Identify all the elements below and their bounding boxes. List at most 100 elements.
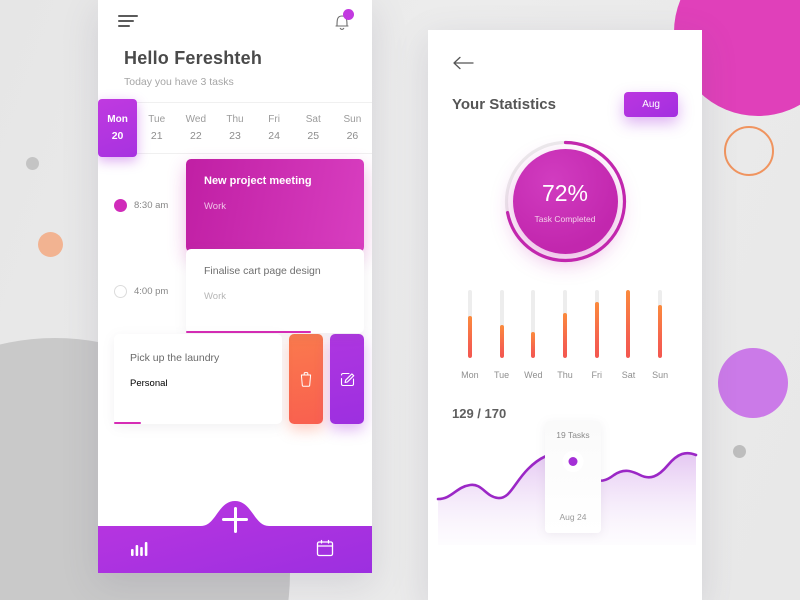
bar-label: Wed — [524, 370, 543, 380]
day-item-thu[interactable]: Thu 23 — [215, 103, 254, 153]
page-subtitle: Today you have 3 tasks — [124, 76, 234, 88]
statistics-title-row: Your Statistics Aug — [452, 70, 678, 117]
bar-track — [594, 290, 599, 358]
phone-screen-tasks: Hello Fereshteh Today you have 3 tasks M… — [98, 0, 372, 573]
task-status-dot[interactable] — [114, 284, 127, 298]
statistics-header: Your Statistics Aug — [428, 30, 702, 117]
week-strip: Mon 20 Tue 21 Wed 22 Thu 23 Fri 24 Sat 2… — [98, 99, 372, 157]
donut-percent: 72% — [541, 179, 589, 206]
task-count-total: 129 / 170 — [452, 406, 507, 421]
day-item-sun[interactable]: Sun 26 — [333, 103, 372, 153]
bar-column-sun[interactable]: Sun — [644, 290, 676, 380]
weekly-bar-chart: Mon Tue Wed Thu Fri Sat Sun — [428, 264, 702, 380]
bar-track — [499, 290, 504, 358]
bottom-navigation — [98, 501, 372, 573]
decor-circle-lilac — [718, 348, 788, 418]
month-selector-button[interactable]: Aug — [624, 92, 678, 117]
bar-label: Fri — [591, 370, 602, 380]
nav-calendar-button[interactable] — [316, 533, 340, 557]
notification-badge — [343, 9, 354, 20]
pencil-icon — [340, 372, 354, 386]
day-label: Fri — [268, 114, 280, 125]
bar-column-tue[interactable]: Tue — [486, 290, 518, 380]
day-label: Thu — [226, 114, 244, 125]
task-time: 8:30 am — [134, 199, 169, 211]
chart-tooltip: 19 Tasks Aug 24 — [545, 421, 601, 533]
task-meta: 8:30 am — [114, 198, 186, 212]
day-item-mon[interactable]: Mon 20 — [98, 99, 138, 157]
bar-track — [467, 290, 472, 358]
donut-label: Task Completed — [534, 213, 596, 224]
task-title: New project meeting — [204, 174, 312, 187]
task-category: Personal — [130, 378, 168, 389]
bar-column-mon[interactable]: Mon — [454, 290, 486, 380]
edit-button[interactable] — [330, 334, 364, 424]
task-status-dot[interactable] — [114, 198, 127, 212]
day-label: Sat — [305, 114, 321, 125]
bar-label: Tue — [493, 370, 510, 380]
hamburger-icon[interactable] — [118, 15, 138, 27]
arrow-left-icon — [453, 56, 474, 70]
donut-center: 72% Task Completed — [512, 149, 618, 254]
day-item-fri[interactable]: Fri 24 — [255, 103, 294, 153]
task-category: Work — [204, 200, 226, 212]
tooltip-date: Aug 24 — [559, 512, 587, 522]
bar-fill — [658, 304, 663, 358]
bar-track — [658, 290, 663, 358]
bar-column-thu[interactable]: Thu — [549, 290, 581, 380]
back-button[interactable] — [452, 56, 474, 70]
top-bar — [98, 0, 372, 42]
bar-chart-icon — [131, 542, 148, 556]
bar-fill — [499, 325, 504, 358]
task-row[interactable]: 4:00 pm Finalise cart page design Work — [98, 248, 372, 334]
task-title: Pick up the laundry — [130, 352, 220, 364]
trash-icon — [300, 372, 312, 387]
day-item-tue[interactable]: Tue 21 — [137, 103, 176, 153]
day-item-sat[interactable]: Sat 25 — [294, 103, 333, 153]
bar-label: Thu — [557, 370, 573, 380]
decor-dot-left — [26, 157, 39, 170]
day-date: 22 — [190, 130, 202, 142]
area-chart[interactable]: 19 Tasks Aug 24 — [428, 421, 702, 545]
bar-label: Sat — [621, 370, 636, 380]
calendar-icon — [316, 539, 334, 557]
decor-ring-orange — [724, 126, 774, 176]
decor-circle-peach — [38, 232, 63, 257]
day-label: Sun — [343, 114, 362, 125]
day-date: 21 — [150, 130, 163, 142]
tooltip-value: 19 Tasks — [556, 430, 590, 440]
day-label: Mon — [107, 114, 128, 125]
bar-fill — [626, 290, 631, 358]
nav-stats-button[interactable] — [130, 533, 154, 557]
delete-button[interactable] — [289, 334, 323, 424]
bar-label: Mon — [461, 370, 479, 380]
bar-fill — [467, 315, 472, 358]
bell-icon[interactable] — [332, 9, 354, 32]
day-date: 20 — [111, 130, 124, 142]
day-label: Wed — [185, 114, 207, 125]
bar-fill — [531, 332, 536, 358]
task-meta: 4:00 pm — [114, 284, 186, 298]
bar-track — [626, 290, 631, 358]
add-task-button[interactable] — [222, 507, 248, 533]
task-title: Finalise cart page design — [204, 265, 321, 277]
day-date: 26 — [346, 130, 359, 142]
task-row[interactable]: 8:30 am New project meeting Work — [98, 158, 372, 252]
donut-chart: 72% Task Completed — [428, 139, 702, 264]
task-row-swiped[interactable]: Pick up the laundry Personal — [98, 334, 372, 424]
chart-data-point[interactable] — [568, 457, 578, 466]
day-date: 25 — [307, 130, 320, 142]
bar-column-fri[interactable]: Fri — [581, 290, 613, 380]
day-item-wed[interactable]: Wed 22 — [176, 103, 215, 153]
task-card[interactable]: Finalise cart page design Work — [186, 249, 364, 333]
bar-column-sat[interactable]: Sat — [613, 290, 645, 380]
task-progress-bar — [114, 421, 141, 424]
day-label: Tue — [148, 114, 166, 125]
task-progress-bar — [186, 330, 311, 333]
bar-column-wed[interactable]: Wed — [517, 290, 549, 380]
task-card[interactable]: Pick up the laundry Personal — [114, 334, 282, 424]
task-card-active[interactable]: New project meeting Work — [186, 158, 364, 252]
phone-screen-statistics: Your Statistics Aug 72% Task Completed M… — [428, 30, 702, 600]
area-chart-section: 129 / 170 19 Tasks Aug 24 — [428, 380, 702, 545]
bar-label: Sun — [652, 370, 669, 380]
